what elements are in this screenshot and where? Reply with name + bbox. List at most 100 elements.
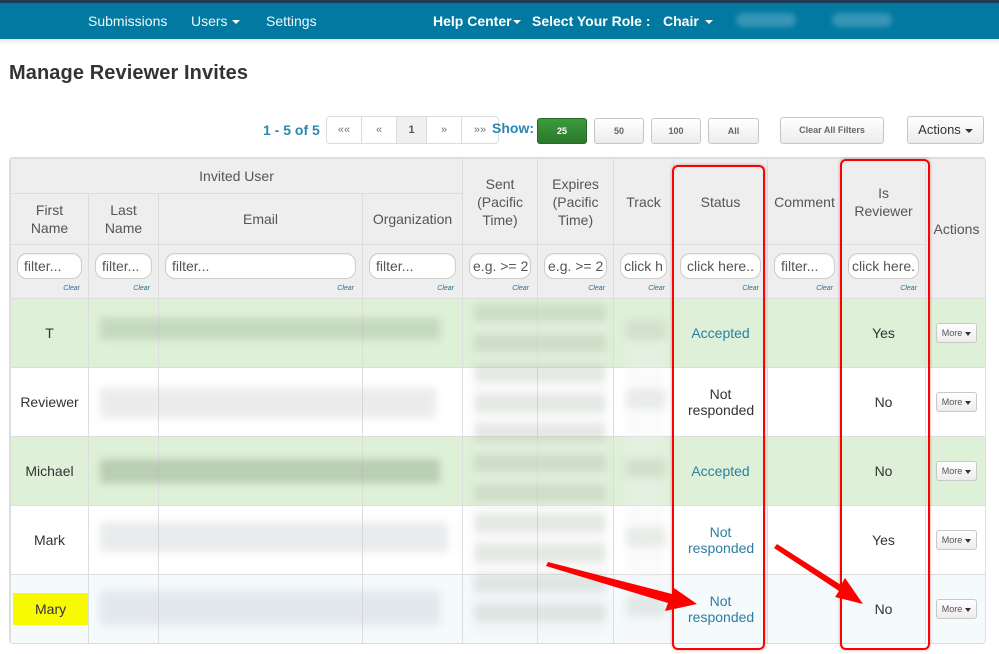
nav-settings[interactable]: Settings bbox=[266, 13, 317, 29]
clear-last-name-filter[interactable]: Clear bbox=[95, 280, 152, 298]
is-reviewer-cell: Yes bbox=[841, 505, 927, 575]
status-cell: Accepted bbox=[673, 436, 769, 506]
comment-cell bbox=[767, 505, 843, 575]
comment-cell bbox=[767, 436, 843, 506]
pagination-info: 1 - 5 of 5 bbox=[263, 122, 320, 138]
filter-cell-organization: filter... Clear bbox=[361, 244, 464, 299]
chevron-down-icon bbox=[965, 538, 972, 543]
clear-track-filter[interactable]: Clear bbox=[620, 280, 667, 298]
redacted-row3-info bbox=[100, 459, 440, 483]
first-name-filter-input[interactable]: filter... bbox=[17, 253, 82, 279]
comment-filter-input[interactable]: filter... bbox=[774, 253, 836, 279]
redacted-user-menu[interactable] bbox=[736, 13, 796, 27]
page-size-all-button[interactable]: All bbox=[708, 118, 759, 144]
chevron-down-icon bbox=[704, 20, 713, 25]
filter-cell-sent: e.g. >= 2 Clear bbox=[462, 244, 539, 299]
more-button[interactable]: More bbox=[935, 323, 978, 343]
role-selector[interactable]: Chair bbox=[663, 13, 713, 29]
page-size-25-button[interactable]: 25 bbox=[537, 118, 587, 144]
first-name-cell: Michael bbox=[10, 436, 89, 506]
track-filter-input[interactable]: click h bbox=[620, 253, 668, 279]
filter-cell-last-name: filter... Clear bbox=[88, 244, 159, 299]
col-header-status[interactable]: Status bbox=[673, 158, 769, 245]
sent-filter-input[interactable]: e.g. >= 2 bbox=[469, 253, 532, 279]
expires-filter-input[interactable]: e.g. >= 2 bbox=[544, 253, 608, 279]
help-center-label: Help Center bbox=[433, 13, 512, 29]
col-header-organization[interactable]: Organization bbox=[361, 193, 464, 245]
filter-cell-track: click h Clear bbox=[613, 244, 675, 299]
more-button[interactable]: More bbox=[935, 530, 978, 550]
filter-cell-email: filter... Clear bbox=[158, 244, 363, 299]
actions-cell: More bbox=[925, 574, 985, 643]
comment-cell bbox=[767, 367, 843, 437]
nav-users[interactable]: Users bbox=[191, 13, 240, 29]
is-reviewer-cell: No bbox=[841, 436, 927, 506]
status-cell: Accepted bbox=[673, 298, 769, 368]
comment-cell bbox=[767, 574, 843, 643]
actions-dropdown-button[interactable]: Actions bbox=[907, 116, 984, 144]
status-cell: Not responded bbox=[673, 505, 769, 575]
clear-comment-filter[interactable]: Clear bbox=[774, 280, 835, 298]
more-label: More bbox=[941, 328, 963, 338]
actions-label: Actions bbox=[918, 122, 961, 137]
pagination: «« « 1 » »» bbox=[326, 116, 499, 144]
clear-all-filters-button[interactable]: Clear All Filters bbox=[780, 117, 884, 144]
col-header-is-reviewer[interactable]: Is Reviewer bbox=[841, 158, 927, 245]
col-header-last-name[interactable]: Last Name bbox=[88, 193, 159, 245]
top-navbar: Submissions Users Settings Help Center S… bbox=[0, 3, 999, 39]
first-name-cell: T bbox=[10, 298, 89, 368]
clear-expires-filter[interactable]: Clear bbox=[544, 280, 607, 298]
col-header-comment[interactable]: Comment bbox=[767, 158, 843, 245]
is-reviewer-filter-input[interactable]: click here. bbox=[848, 253, 920, 279]
clear-sent-filter[interactable]: Clear bbox=[469, 280, 531, 298]
status-filter-input[interactable]: click here.. bbox=[680, 253, 762, 279]
chevron-down-icon bbox=[512, 20, 521, 25]
chevron-down-icon bbox=[965, 400, 972, 405]
comment-cell bbox=[767, 298, 843, 368]
filter-cell-status: click here.. Clear bbox=[673, 244, 769, 299]
organization-filter-input[interactable]: filter... bbox=[369, 253, 457, 279]
col-header-email[interactable]: Email bbox=[158, 193, 363, 245]
nav-submissions[interactable]: Submissions bbox=[88, 13, 167, 29]
role-label: Select Your Role : bbox=[532, 13, 651, 29]
is-reviewer-cell: No bbox=[841, 574, 927, 643]
more-button[interactable]: More bbox=[935, 599, 978, 619]
more-button[interactable]: More bbox=[935, 392, 978, 412]
filter-cell-comment: filter... Clear bbox=[767, 244, 843, 299]
col-header-sent[interactable]: Sent (Pacific Time) bbox=[462, 158, 539, 245]
page-1-button[interactable]: 1 bbox=[397, 117, 427, 143]
clear-organization-filter[interactable]: Clear bbox=[369, 280, 456, 298]
redacted-row4-info bbox=[100, 522, 448, 552]
clear-first-name-filter[interactable]: Clear bbox=[17, 280, 82, 298]
prev-page-button[interactable]: « bbox=[362, 117, 397, 143]
is-reviewer-cell: No bbox=[841, 367, 927, 437]
nav-help-center[interactable]: Help Center bbox=[433, 13, 521, 29]
more-button[interactable]: More bbox=[935, 461, 978, 481]
col-header-track[interactable]: Track bbox=[613, 158, 675, 245]
page-size-100-button[interactable]: 100 bbox=[651, 118, 701, 144]
clear-status-filter[interactable]: Clear bbox=[680, 280, 761, 298]
clear-email-filter[interactable]: Clear bbox=[165, 280, 356, 298]
chevron-down-icon bbox=[965, 607, 972, 612]
is-reviewer-cell: Yes bbox=[841, 298, 927, 368]
chevron-down-icon bbox=[964, 128, 973, 133]
page-size-50-button[interactable]: 50 bbox=[594, 118, 644, 144]
show-label: Show: bbox=[492, 120, 534, 136]
email-filter-input[interactable]: filter... bbox=[165, 253, 356, 279]
col-header-expires[interactable]: Expires (Pacific Time) bbox=[537, 158, 615, 245]
nav-users-label: Users bbox=[191, 13, 228, 29]
highlighted-first-name: Mary bbox=[13, 593, 89, 625]
more-label: More bbox=[941, 397, 963, 407]
first-page-button[interactable]: «« bbox=[327, 117, 362, 143]
last-name-filter-input[interactable]: filter... bbox=[95, 253, 152, 279]
clear-is-reviewer-filter[interactable]: Clear bbox=[848, 280, 919, 298]
first-name-cell: Reviewer bbox=[10, 367, 89, 437]
actions-cell: More bbox=[925, 505, 985, 575]
next-page-button[interactable]: » bbox=[427, 117, 462, 143]
group-header-invited-user: Invited User bbox=[10, 158, 464, 194]
col-header-actions: Actions bbox=[925, 158, 985, 299]
col-header-first-name[interactable]: First Name bbox=[10, 193, 89, 245]
more-label: More bbox=[941, 535, 963, 545]
redacted-account-menu[interactable] bbox=[832, 13, 892, 27]
redacted-track bbox=[626, 320, 666, 640]
